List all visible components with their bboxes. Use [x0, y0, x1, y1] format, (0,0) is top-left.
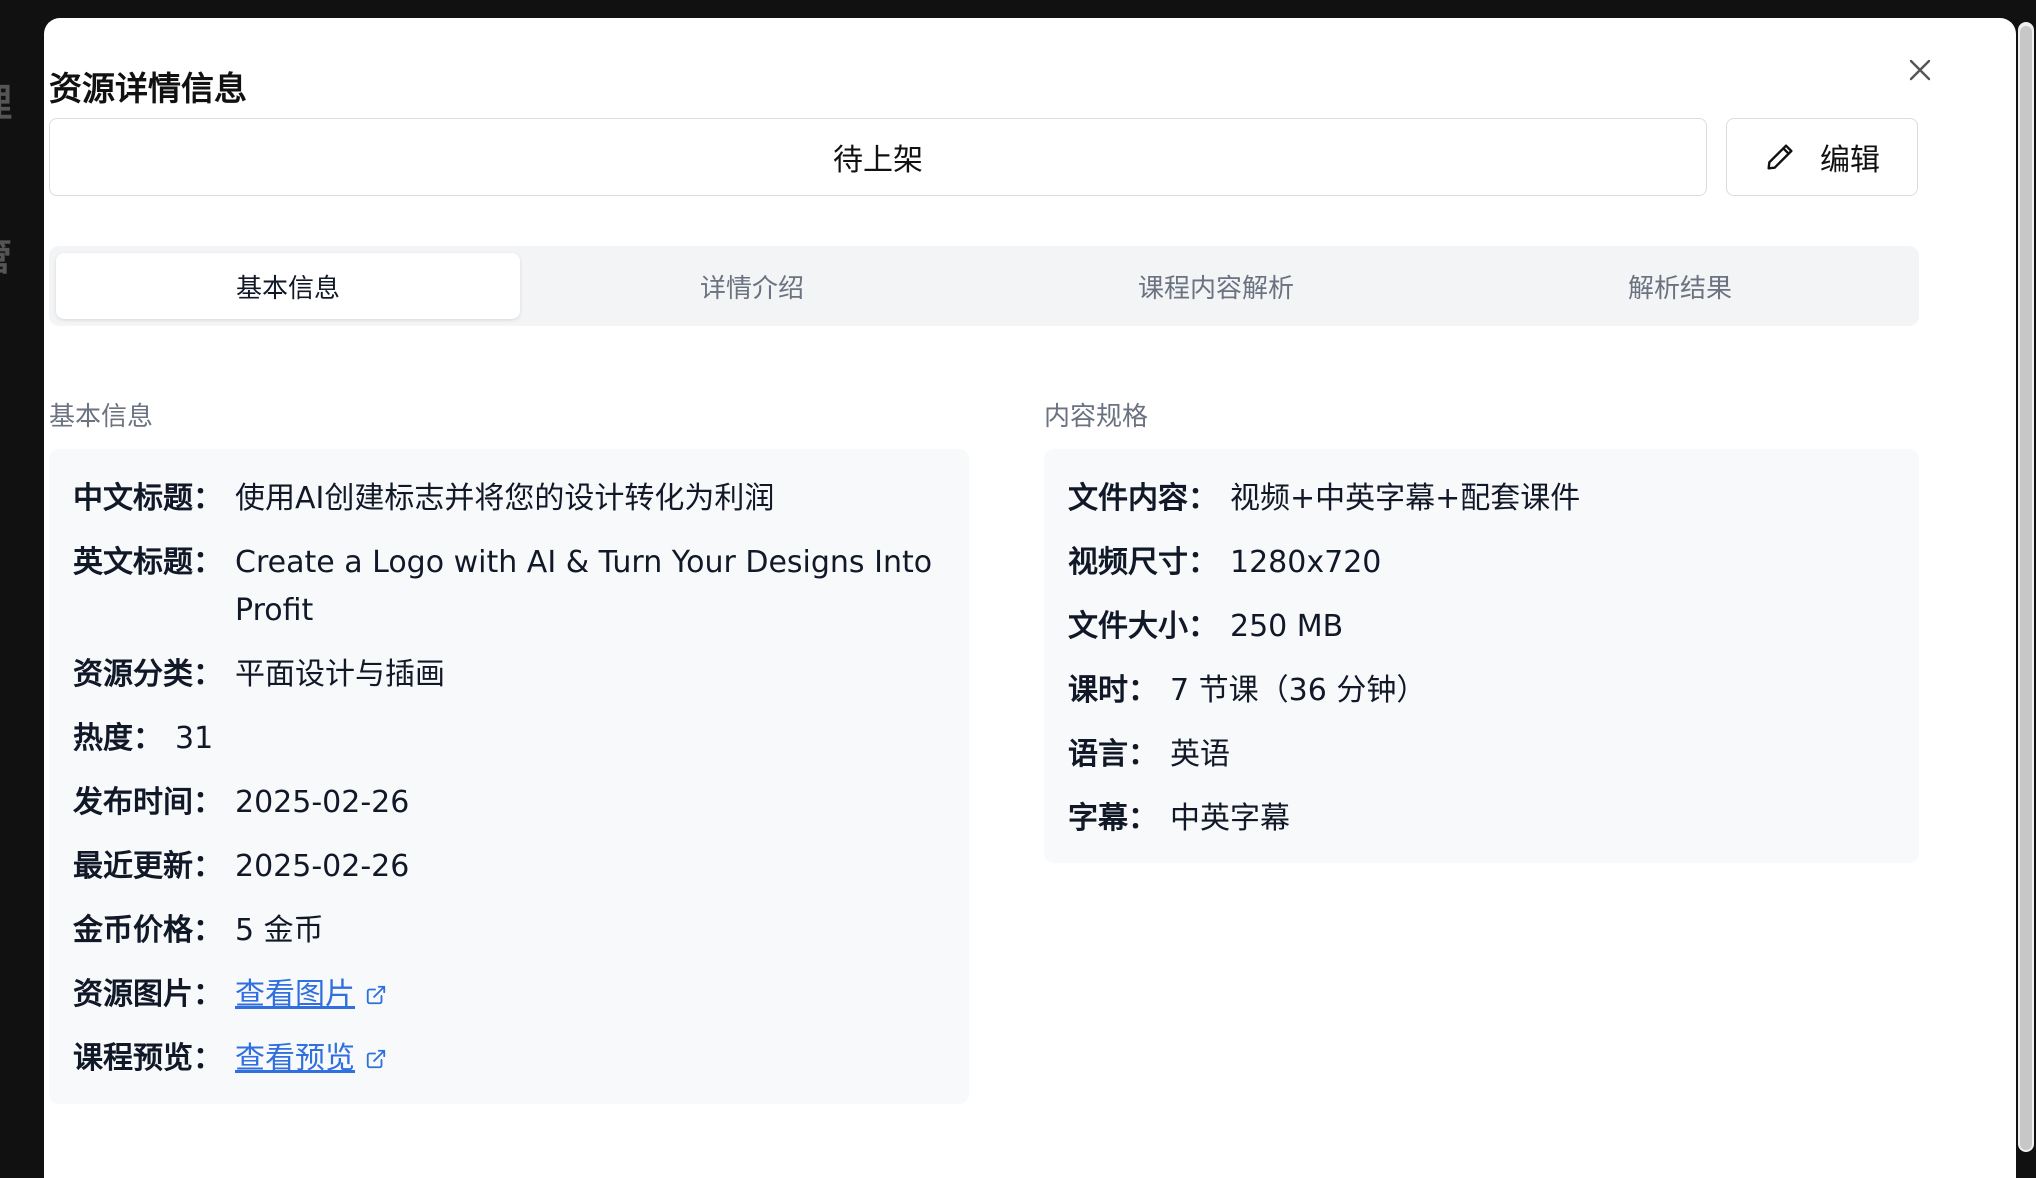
- field-row: 资源分类： 平面设计与插画: [73, 651, 945, 699]
- tab-basic-info[interactable]: 基本信息: [56, 253, 520, 319]
- field-value: 英语: [1170, 737, 1230, 772]
- tab-detail-intro[interactable]: 详情介绍: [520, 253, 984, 319]
- view-image-link[interactable]: 查看图片: [235, 971, 387, 1019]
- field-row: 字幕： 中英字幕: [1068, 795, 1895, 843]
- field-value: 31: [175, 721, 214, 756]
- scrollbar-thumb[interactable]: [2020, 26, 2032, 1150]
- basic-info-heading: 基本信息: [49, 402, 154, 432]
- tab-analysis-result[interactable]: 解析结果: [1448, 253, 1912, 319]
- field-label: 发布时间：: [73, 785, 223, 820]
- field-label: 课时：: [1068, 673, 1158, 708]
- field-row: 语言： 英语: [1068, 731, 1895, 779]
- view-image-link-text: 查看图片: [235, 977, 355, 1012]
- field-label: 资源分类：: [73, 657, 223, 692]
- field-value: 1280x720: [1230, 545, 1382, 580]
- field-label: 资源图片：: [73, 977, 223, 1012]
- pencil-icon: [1767, 144, 1793, 170]
- field-label: 文件大小：: [1068, 609, 1218, 644]
- field-value: 2025-02-26: [235, 849, 410, 884]
- field-label: 热度：: [73, 721, 163, 756]
- edit-button[interactable]: 编辑: [1726, 118, 1918, 196]
- field-row: 文件内容： 视频+中英字幕+配套课件: [1068, 475, 1895, 523]
- field-value: 视频+中英字幕+配套课件: [1230, 481, 1581, 516]
- external-link-icon: [366, 985, 386, 1005]
- field-label: 金币价格：: [73, 913, 223, 948]
- field-value: 250 MB: [1230, 609, 1344, 644]
- close-icon: [1909, 59, 1931, 81]
- edit-button-label: 编辑: [1820, 143, 1880, 178]
- external-link-icon: [366, 1049, 386, 1069]
- field-row: 金币价格： 5 金币: [73, 907, 945, 955]
- field-row: 课程预览： 查看预览: [73, 1035, 945, 1083]
- status-display: 待上架: [49, 118, 1707, 196]
- modal-title: 资源详情信息: [49, 69, 247, 108]
- field-row: 发布时间： 2025-02-26: [73, 779, 945, 827]
- field-label: 课程预览：: [73, 1041, 223, 1076]
- view-preview-link[interactable]: 查看预览: [235, 1035, 387, 1083]
- field-value: 5 金币: [235, 913, 324, 948]
- field-row: 英文标题： Create a Logo with AI & Turn Your …: [73, 539, 945, 635]
- field-value: 使用AI创建标志并将您的设计转化为利润: [235, 481, 775, 516]
- field-value: 7 节课（36 分钟）: [1170, 673, 1427, 708]
- view-preview-link-text: 查看预览: [235, 1041, 355, 1076]
- tab-bar: 基本信息 详情介绍 课程内容解析 解析结果: [49, 246, 1919, 326]
- field-label: 文件内容：: [1068, 481, 1218, 516]
- content-spec-panel: 文件内容： 视频+中英字幕+配套课件 视频尺寸： 1280x720 文件大小： …: [1044, 449, 1919, 863]
- field-row: 资源图片： 查看图片: [73, 971, 945, 1019]
- field-row: 中文标题： 使用AI创建标志并将您的设计转化为利润: [73, 475, 945, 523]
- backdrop-text: 管: [0, 226, 12, 281]
- field-value: 平面设计与插画: [235, 657, 445, 692]
- content-spec-heading: 内容规格: [1044, 402, 1149, 432]
- basic-info-panel: 中文标题： 使用AI创建标志并将您的设计转化为利润 英文标题： Create a…: [49, 449, 969, 1104]
- field-row: 文件大小： 250 MB: [1068, 603, 1895, 651]
- field-label: 英文标题：: [73, 545, 223, 580]
- field-label: 视频尺寸：: [1068, 545, 1218, 580]
- tab-course-analysis[interactable]: 课程内容解析: [984, 253, 1448, 319]
- field-row: 最近更新： 2025-02-26: [73, 843, 945, 891]
- field-label: 中文标题：: [73, 481, 223, 516]
- field-row: 视频尺寸： 1280x720: [1068, 539, 1895, 587]
- close-button[interactable]: [1900, 50, 1940, 90]
- status-text: 待上架: [833, 143, 923, 178]
- field-value: 2025-02-26: [235, 785, 410, 820]
- field-row: 课时： 7 节课（36 分钟）: [1068, 667, 1895, 715]
- field-value: Create a Logo with AI & Turn Your Design…: [235, 545, 933, 628]
- field-value: 中英字幕: [1170, 801, 1290, 836]
- field-label: 语言：: [1068, 737, 1158, 772]
- backdrop-text: 理: [0, 72, 12, 127]
- field-label: 最近更新：: [73, 849, 223, 884]
- field-label: 字幕：: [1068, 801, 1158, 836]
- field-row: 热度： 31: [73, 715, 945, 763]
